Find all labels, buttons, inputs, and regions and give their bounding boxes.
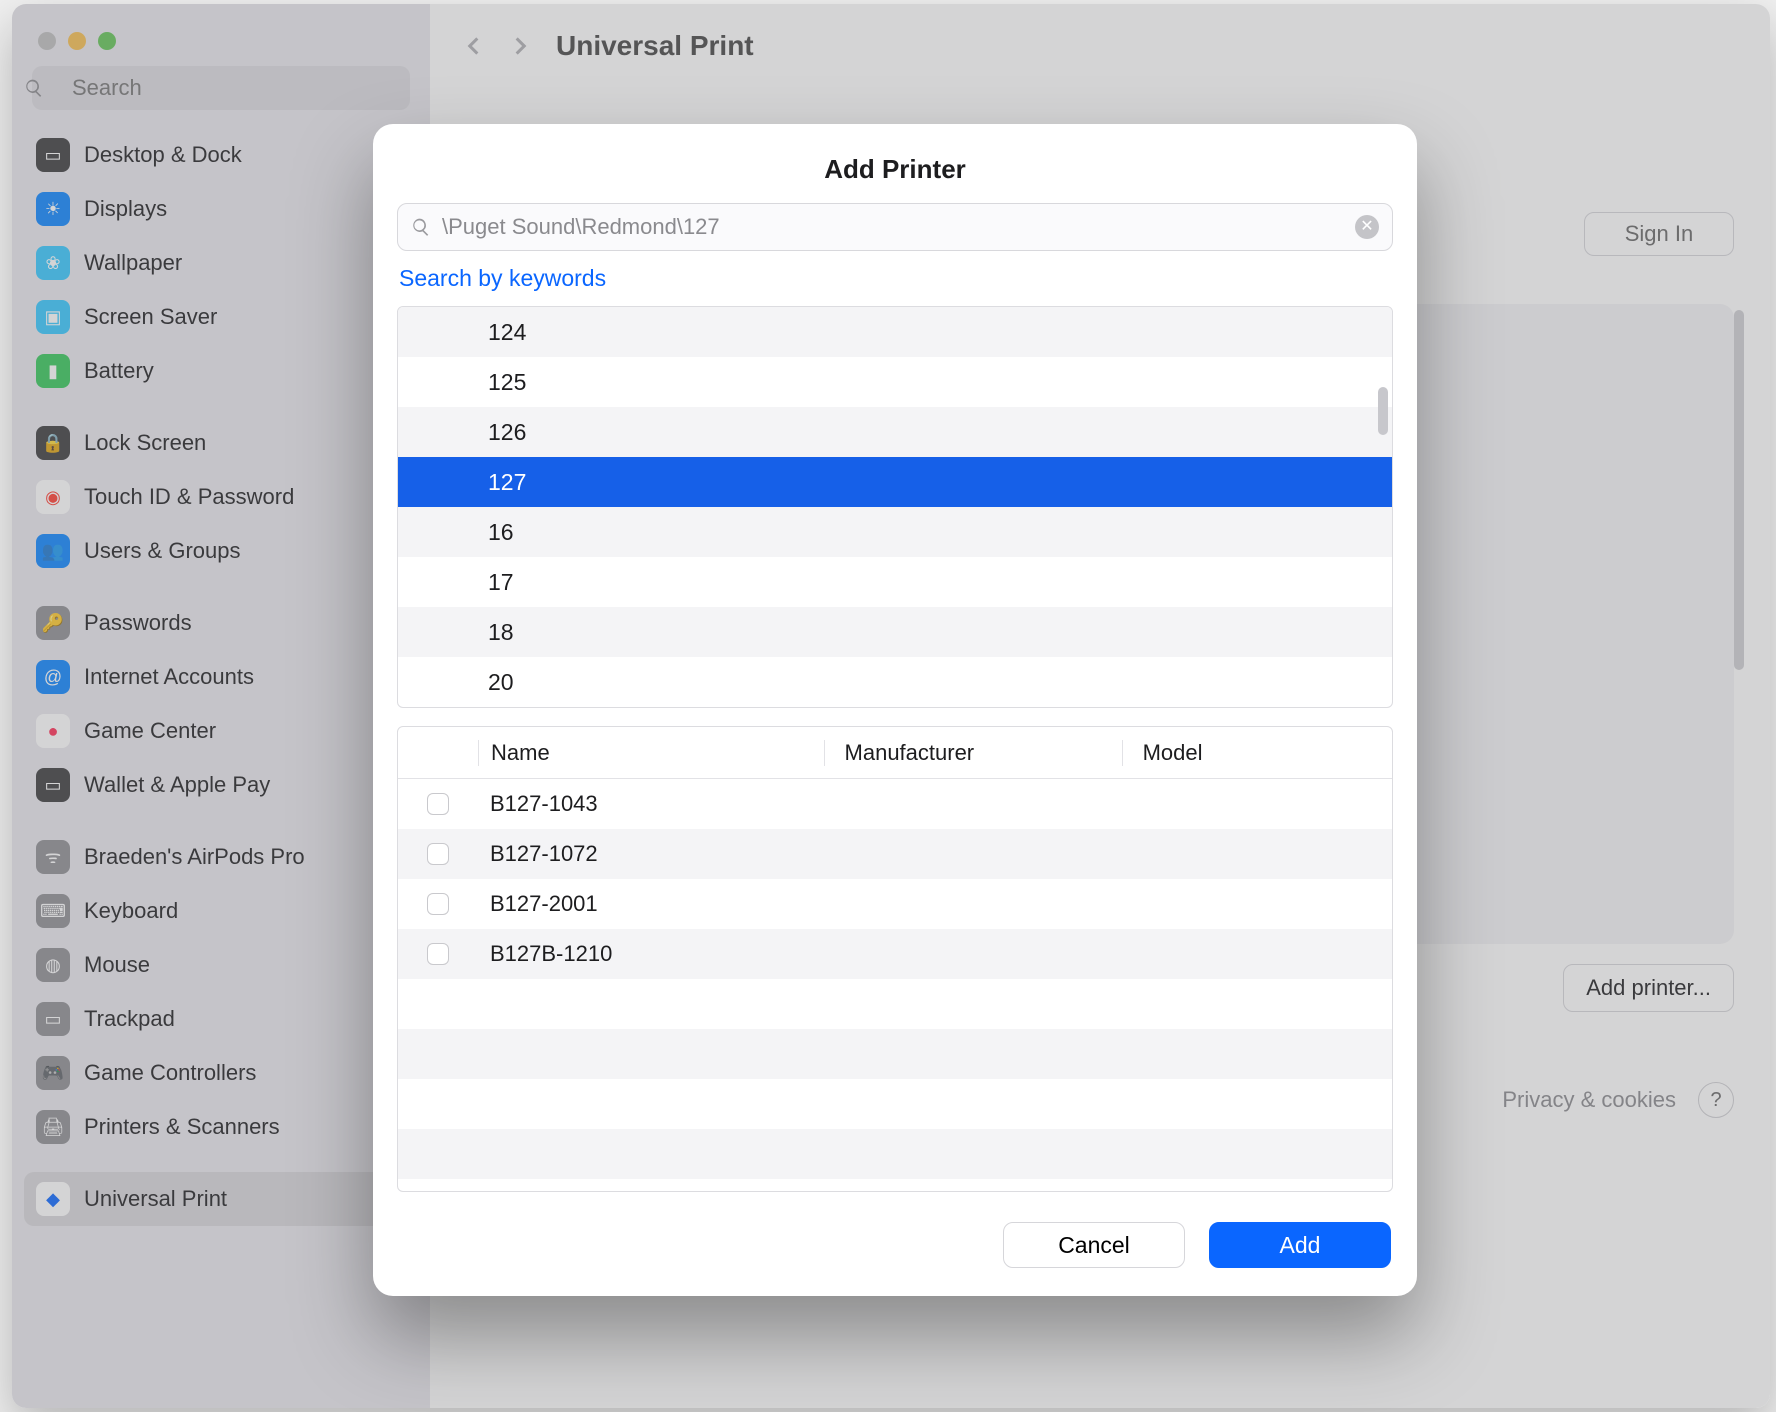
add-printer-dialog: Add Printer ✕ Search by keywords 1241251…: [373, 124, 1417, 1296]
table-row: [398, 1129, 1392, 1179]
cell-name: B127B-1210: [478, 941, 824, 967]
dialog-title: Add Printer: [373, 124, 1417, 203]
tree-item[interactable]: 18: [398, 607, 1392, 657]
row-checkbox[interactable]: [427, 943, 449, 965]
cell-name: B127-1072: [478, 841, 824, 867]
table-row: [398, 1029, 1392, 1079]
table-row: [398, 1079, 1392, 1129]
cancel-button[interactable]: Cancel: [1003, 1222, 1185, 1268]
column-name[interactable]: Name: [478, 740, 824, 766]
search-by-keywords-link[interactable]: Search by keywords: [373, 251, 1417, 300]
tree-item[interactable]: 127: [398, 457, 1392, 507]
table-row[interactable]: B127B-1210: [398, 929, 1392, 979]
tree-item[interactable]: 124: [398, 307, 1392, 357]
cell-name: B127-2001: [478, 891, 824, 917]
row-checkbox[interactable]: [427, 893, 449, 915]
tree-item[interactable]: 20: [398, 657, 1392, 707]
cell-name: B127-1043: [478, 791, 824, 817]
dialog-search-input[interactable]: [397, 203, 1393, 251]
table-row[interactable]: B127-2001: [398, 879, 1392, 929]
column-manufacturer[interactable]: Manufacturer: [824, 740, 1122, 766]
add-button[interactable]: Add: [1209, 1222, 1391, 1268]
search-icon: [411, 217, 431, 237]
tree-scrollbar[interactable]: [1378, 387, 1388, 435]
table-row[interactable]: B127-1043: [398, 779, 1392, 829]
tree-item[interactable]: 126: [398, 407, 1392, 457]
clear-search-button[interactable]: ✕: [1355, 215, 1379, 239]
dialog-search-row: ✕: [373, 203, 1417, 251]
printers-table: Name Manufacturer Model B127-1043 B127-10…: [397, 726, 1393, 1192]
row-checkbox[interactable]: [427, 793, 449, 815]
tree-item[interactable]: 125: [398, 357, 1392, 407]
table-header: Name Manufacturer Model: [398, 727, 1392, 779]
tree-item[interactable]: 16: [398, 507, 1392, 557]
row-checkbox[interactable]: [427, 843, 449, 865]
dialog-actions: Cancel Add: [373, 1198, 1417, 1296]
location-tree: 12412512612716171820: [397, 306, 1393, 708]
tree-item[interactable]: 17: [398, 557, 1392, 607]
column-model[interactable]: Model: [1122, 740, 1392, 766]
table-row: [398, 979, 1392, 1029]
table-row[interactable]: B127-1072: [398, 829, 1392, 879]
